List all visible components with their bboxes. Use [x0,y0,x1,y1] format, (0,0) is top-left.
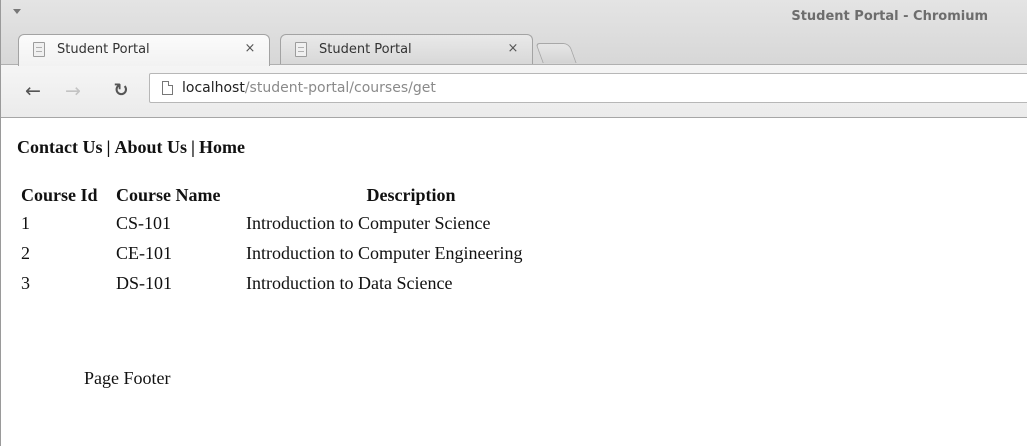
window-menu-icon[interactable] [13,9,21,14]
home-link[interactable]: Home [199,137,245,157]
tab-title: Student Portal [319,42,412,57]
page-content: Contact Us | About Us | Home Course Id Cours… [0,118,1027,446]
page-footer: Page Footer [84,368,171,388]
tab-student-portal-1[interactable]: Student Portal × [18,34,270,66]
table-row: 2 CE-101 Introduction to Computer Engine… [21,238,576,268]
page-favicon-icon [295,42,307,57]
page-favicon-icon [33,42,45,57]
close-tab-icon[interactable]: × [506,41,520,57]
back-arrow-icon[interactable]: ← [19,77,47,105]
title-bar: Student Portal - Chromium [1,0,1027,34]
course-name-cell: DS-101 [116,272,173,293]
reload-icon[interactable]: ↻ [107,77,135,105]
column-header-course-name: Course Name [116,184,221,205]
table-header-row: Course Id Course Name Description [21,184,576,208]
column-header-course-id: Course Id [21,184,98,205]
forward-arrow-icon[interactable]: → [59,77,87,105]
browser-chrome: Student Portal - Chromium Student Portal… [0,0,1027,118]
page-icon [162,81,173,95]
course-description-cell: Introduction to Computer Engineering [246,242,523,263]
contact-us-link[interactable]: Contact Us [17,137,103,157]
url-path: /student-portal/courses/get [244,80,436,96]
new-tab-button[interactable] [535,43,577,63]
course-id-cell: 3 [21,272,30,293]
course-name-cell: CE-101 [116,242,172,263]
nav-separator: | [191,137,195,157]
url-text[interactable]: localhost/student-portal/courses/get [182,80,436,96]
close-tab-icon[interactable]: × [243,41,257,57]
tab-student-portal-2[interactable]: Student Portal × [280,34,533,64]
course-description-cell: Introduction to Data Science [246,272,453,293]
course-name-cell: CS-101 [116,212,172,233]
window-title: Student Portal - Chromium [791,9,988,24]
course-id-cell: 1 [21,212,30,233]
table-row: 3 DS-101 Introduction to Data Science [21,268,576,298]
tab-title: Student Portal [57,42,150,57]
column-header-description: Description [366,184,456,205]
top-nav: Contact Us | About Us | Home [17,137,245,158]
url-host: localhost [182,80,245,96]
about-us-link[interactable]: About Us [114,137,187,157]
address-bar[interactable]: localhost/student-portal/courses/get [149,73,1027,103]
table-row: 1 CS-101 Introduction to Computer Scienc… [21,208,576,238]
course-description-cell: Introduction to Computer Science [246,212,491,233]
course-id-cell: 2 [21,242,30,263]
courses-table: Course Id Course Name Description 1 CS-1… [21,184,576,298]
browser-toolbar: ← → ↻ localhost/student-portal/courses/g… [1,64,1027,118]
nav-separator: | [106,137,111,157]
